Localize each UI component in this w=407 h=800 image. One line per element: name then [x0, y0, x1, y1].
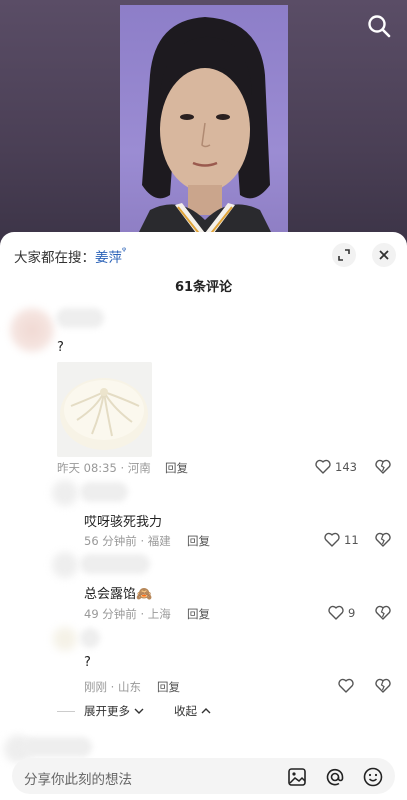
video-area[interactable] — [0, 0, 407, 250]
input-placeholder: 分享你此刻的想法 — [24, 772, 132, 788]
comment-location: 福建 — [147, 534, 171, 548]
comment-text-body: 总会露馅 — [84, 587, 137, 602]
comment-location: 上海 — [147, 607, 171, 621]
broken-heart-icon — [375, 459, 391, 474]
heart-icon — [338, 678, 354, 693]
comment-location: 山东 — [117, 680, 141, 694]
comment-text: ? — [57, 340, 64, 355]
like-button[interactable] — [338, 678, 358, 693]
comment-text: ? — [84, 655, 91, 670]
comment-time: 昨天 08:35 — [57, 461, 117, 475]
hot-search-keyword[interactable]: 姜萍 — [95, 250, 122, 266]
image-icon[interactable] — [286, 766, 308, 788]
comment-time: 刚刚 — [84, 680, 107, 694]
comment-meta: 49 分钟前 · 上海 — [84, 607, 171, 621]
reply-button[interactable]: 回复 — [157, 679, 180, 695]
heart-icon — [324, 532, 340, 547]
close-button[interactable] — [372, 243, 396, 267]
mention-icon[interactable] — [324, 766, 346, 788]
avatar[interactable] — [10, 308, 54, 352]
broken-heart-icon — [375, 605, 391, 620]
see-no-evil-monkey-emoji: 🙈 — [136, 587, 153, 602]
expand-more-button[interactable]: 展开更多 — [84, 703, 144, 719]
comment-location: 河南 — [127, 461, 151, 475]
comment-meta: 刚刚 · 山东 — [84, 680, 141, 694]
heart-icon — [328, 605, 344, 620]
dislike-button[interactable] — [375, 532, 391, 551]
reply-button[interactable]: 回复 — [165, 460, 188, 476]
broken-heart-icon — [375, 532, 391, 547]
expand-icon — [338, 249, 350, 261]
comment-input-bar: 分享你此刻的想法 — [0, 755, 407, 800]
username-blurred[interactable] — [22, 737, 92, 757]
collapse-label: 收起 — [174, 704, 197, 718]
dislike-button[interactable] — [375, 605, 391, 624]
like-button[interactable]: 11 — [324, 532, 359, 547]
comment-image-steamed-bun[interactable] — [57, 362, 152, 457]
username-blurred[interactable] — [80, 554, 150, 574]
search-icon[interactable] — [365, 12, 393, 40]
broken-heart-icon — [375, 678, 391, 693]
search-small-icon: ᵠ — [122, 246, 127, 257]
like-button[interactable]: 9 — [328, 605, 355, 620]
comment-meta: 56 分钟前 · 福建 — [84, 534, 171, 548]
reply-button[interactable]: 回复 — [187, 533, 210, 549]
fullscreen-button[interactable] — [332, 243, 356, 267]
like-count: 143 — [335, 459, 357, 474]
username-blurred[interactable] — [80, 482, 128, 502]
dislike-button[interactable] — [375, 678, 391, 697]
comment-text: 总会露馅🙈 — [84, 583, 152, 602]
collapse-button[interactable]: 收起 — [174, 703, 211, 719]
avatar[interactable] — [52, 552, 78, 578]
like-button[interactable]: 143 — [315, 459, 357, 474]
comment-time: 56 分钟前 — [84, 534, 137, 548]
avatar[interactable] — [52, 626, 78, 652]
comment-input[interactable]: 分享你此刻的想法 — [12, 758, 395, 794]
comment-sheet: 大家都在搜：姜萍ᵠ 61条评论 ? 昨天 08:35 · 河南 回复 143 哎… — [0, 232, 407, 800]
chevron-up-icon — [201, 708, 211, 714]
profile-photo — [120, 5, 288, 250]
like-count: 11 — [344, 532, 359, 547]
like-count: 9 — [348, 605, 356, 620]
comments-count-title: 61条评论 — [174, 280, 233, 295]
heart-icon — [315, 459, 331, 474]
close-icon — [379, 250, 389, 260]
divider — [57, 711, 75, 712]
username-blurred[interactable] — [80, 628, 100, 648]
hot-search-bar[interactable]: 大家都在搜：姜萍ᵠ — [14, 246, 126, 266]
reply-button[interactable]: 回复 — [187, 606, 210, 622]
chevron-down-icon — [134, 708, 144, 714]
avatar[interactable] — [52, 480, 78, 506]
comment-text: 哎呀骇死我力 — [84, 515, 163, 530]
comment-time: 49 分钟前 — [84, 607, 137, 621]
expand-more-label: 展开更多 — [84, 704, 130, 718]
comment-meta: 昨天 08:35 · 河南 — [57, 461, 151, 475]
dislike-button[interactable] — [375, 459, 391, 478]
hot-search-prefix: 大家都在搜： — [14, 250, 95, 266]
username-blurred[interactable] — [56, 308, 104, 328]
emoji-icon[interactable] — [362, 766, 384, 788]
